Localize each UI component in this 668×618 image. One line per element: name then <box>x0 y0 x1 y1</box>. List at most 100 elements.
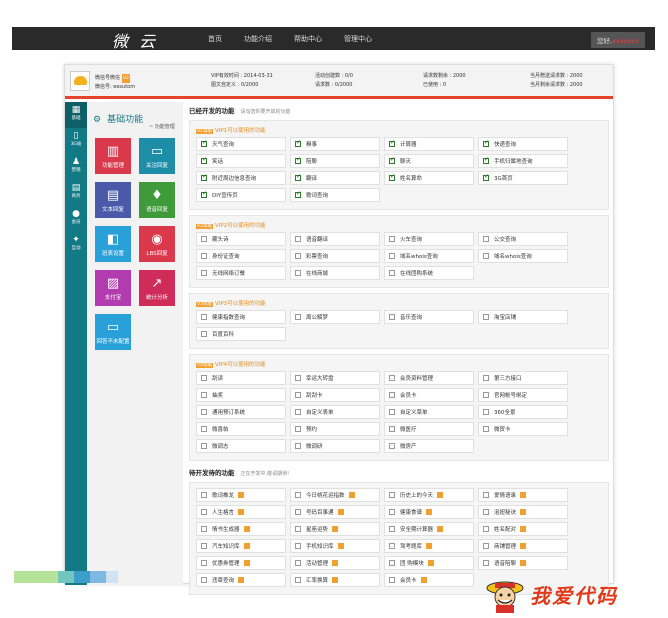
feature-checkbox[interactable] <box>389 270 395 276</box>
feature-option[interactable]: 通用预订系统 <box>196 405 286 419</box>
feature-checkbox[interactable] <box>389 526 395 532</box>
feature-option[interactable]: 会员卡 <box>384 388 474 402</box>
sidebar-item-interact[interactable]: ✦ 互动 <box>65 232 87 258</box>
feature-option[interactable]: 微调研 <box>290 439 380 453</box>
feature-checkbox[interactable] <box>201 173 207 181</box>
feature-option[interactable]: 健康指数查询 <box>196 310 286 324</box>
feature-checkbox[interactable] <box>295 270 301 276</box>
feature-option[interactable]: 微喜帖 <box>196 422 286 436</box>
feature-checkbox[interactable] <box>201 392 207 398</box>
sidebar-item-business[interactable]: ▤ 商务 <box>65 180 87 206</box>
pending-feature[interactable]: 情书生成器 <box>196 522 286 536</box>
tile-text-reply[interactable]: ▤ 文本回复 <box>95 182 131 218</box>
feature-option[interactable]: 自定义菜单 <box>384 405 474 419</box>
feature-checkbox[interactable] <box>295 173 301 181</box>
pending-feature[interactable]: 手机知识库 <box>290 539 380 553</box>
feature-option[interactable]: 微房产 <box>384 439 474 453</box>
feature-option[interactable]: 附近周边信息查询 <box>196 171 286 185</box>
feature-checkbox[interactable] <box>295 543 301 549</box>
pending-feature[interactable]: 活动管理 <box>290 556 380 570</box>
feature-checkbox[interactable] <box>295 190 301 198</box>
feature-option[interactable]: 音乐查询 <box>384 310 474 324</box>
pending-feature[interactable]: 姓名配对 <box>478 522 568 536</box>
tile-lbs-reply[interactable]: ◉ LBS回复 <box>139 226 175 262</box>
feature-option[interactable]: 笑话 <box>196 154 286 168</box>
feature-checkbox[interactable] <box>389 409 395 415</box>
feature-checkbox[interactable] <box>201 492 207 498</box>
feature-checkbox[interactable] <box>295 409 301 415</box>
feature-checkbox[interactable] <box>201 560 207 566</box>
feature-option[interactable]: 陪聊 <box>290 154 380 168</box>
feature-option[interactable]: 预约 <box>290 422 380 436</box>
feature-option[interactable]: 抽奖 <box>196 388 286 402</box>
feature-option[interactable]: 在线商城 <box>290 266 380 280</box>
feature-checkbox[interactable] <box>483 492 489 498</box>
pending-feature[interactable]: 泡妞秘诀 <box>478 505 568 519</box>
pending-feature[interactable]: 星座运势 <box>290 522 380 536</box>
feature-checkbox[interactable] <box>389 173 395 181</box>
feature-checkbox[interactable] <box>389 560 395 566</box>
feature-checkbox[interactable] <box>389 443 395 449</box>
feature-option[interactable]: 公交查询 <box>478 232 568 246</box>
feature-option[interactable]: 域名whois查询 <box>478 249 568 263</box>
feature-checkbox[interactable] <box>295 426 301 432</box>
feature-option[interactable]: 自定义表单 <box>290 405 380 419</box>
sidebar-item-marketing[interactable]: ♟ 营销 <box>65 154 87 180</box>
feature-checkbox[interactable] <box>295 577 301 583</box>
feature-option[interactable]: 幸运大转盘 <box>290 371 380 385</box>
feature-option[interactable]: 无线网络订餐 <box>196 266 286 280</box>
feature-checkbox[interactable] <box>295 526 301 532</box>
pending-feature[interactable]: 历史上的今天 <box>384 488 474 502</box>
feature-checkbox[interactable] <box>483 375 489 381</box>
feature-checkbox[interactable] <box>389 314 395 320</box>
pending-feature[interactable]: 驾考题库 <box>384 539 474 553</box>
pending-feature[interactable]: 爱情语录 <box>478 488 568 502</box>
feature-checkbox[interactable] <box>295 236 301 242</box>
feature-checkbox[interactable] <box>201 253 207 259</box>
feature-option[interactable]: 微贺卡 <box>478 422 568 436</box>
pending-feature[interactable]: 汽车知识库 <box>196 539 286 553</box>
feature-checkbox[interactable] <box>201 236 207 242</box>
feature-checkbox[interactable] <box>201 270 207 276</box>
tile-function-manage[interactable]: ▥ 功能管理 <box>95 138 131 174</box>
tile-unmatched-reply[interactable]: ▭ 回答不未配置 <box>95 314 131 350</box>
tile-voice-reply[interactable]: ♦ 语音回复 <box>139 182 175 218</box>
feature-option[interactable]: 在线团购系统 <box>384 266 474 280</box>
feature-checkbox[interactable] <box>201 190 207 198</box>
pending-feature[interactable]: 号码百事通 <box>290 505 380 519</box>
feature-checkbox[interactable] <box>483 253 489 259</box>
feature-checkbox[interactable] <box>295 314 301 320</box>
feature-checkbox[interactable] <box>201 543 207 549</box>
feature-option[interactable]: 天气查询 <box>196 137 286 151</box>
feature-checkbox[interactable] <box>483 426 489 432</box>
pending-feature[interactable]: 歌词推龙 <box>196 488 286 502</box>
tile-schedule[interactable]: ◧ 班表设置 <box>95 226 131 262</box>
feature-option[interactable]: 刮刮卡 <box>290 388 380 402</box>
feature-option[interactable]: 语音翻译 <box>290 232 380 246</box>
tile-statistics[interactable]: ↗ 统计分析 <box>139 270 175 306</box>
feature-checkbox[interactable] <box>295 139 301 147</box>
feature-checkbox[interactable] <box>201 139 207 147</box>
feature-checkbox[interactable] <box>389 236 395 242</box>
feature-checkbox[interactable] <box>201 526 207 532</box>
feature-checkbox[interactable] <box>201 375 207 381</box>
feature-checkbox[interactable] <box>389 492 395 498</box>
sidebar-item-member[interactable]: ● 会员 <box>65 206 87 232</box>
feature-option[interactable]: 糗事 <box>290 137 380 151</box>
feature-checkbox[interactable] <box>389 577 395 583</box>
feature-option[interactable]: 快递查询 <box>478 137 568 151</box>
feature-checkbox[interactable] <box>201 577 207 583</box>
feature-option[interactable]: 计算器 <box>384 137 474 151</box>
feature-checkbox[interactable] <box>295 375 301 381</box>
feature-checkbox[interactable] <box>483 156 489 164</box>
feature-checkbox[interactable] <box>483 526 489 532</box>
feature-checkbox[interactable] <box>295 492 301 498</box>
feature-option[interactable]: 彩票查询 <box>290 249 380 263</box>
feature-checkbox[interactable] <box>483 236 489 242</box>
feature-checkbox[interactable] <box>389 543 395 549</box>
feature-checkbox[interactable] <box>295 443 301 449</box>
feature-checkbox[interactable] <box>201 409 207 415</box>
feature-checkbox[interactable] <box>483 543 489 549</box>
feature-option[interactable]: 聊天 <box>384 154 474 168</box>
pending-feature[interactable]: 汇率换算 <box>290 573 380 587</box>
